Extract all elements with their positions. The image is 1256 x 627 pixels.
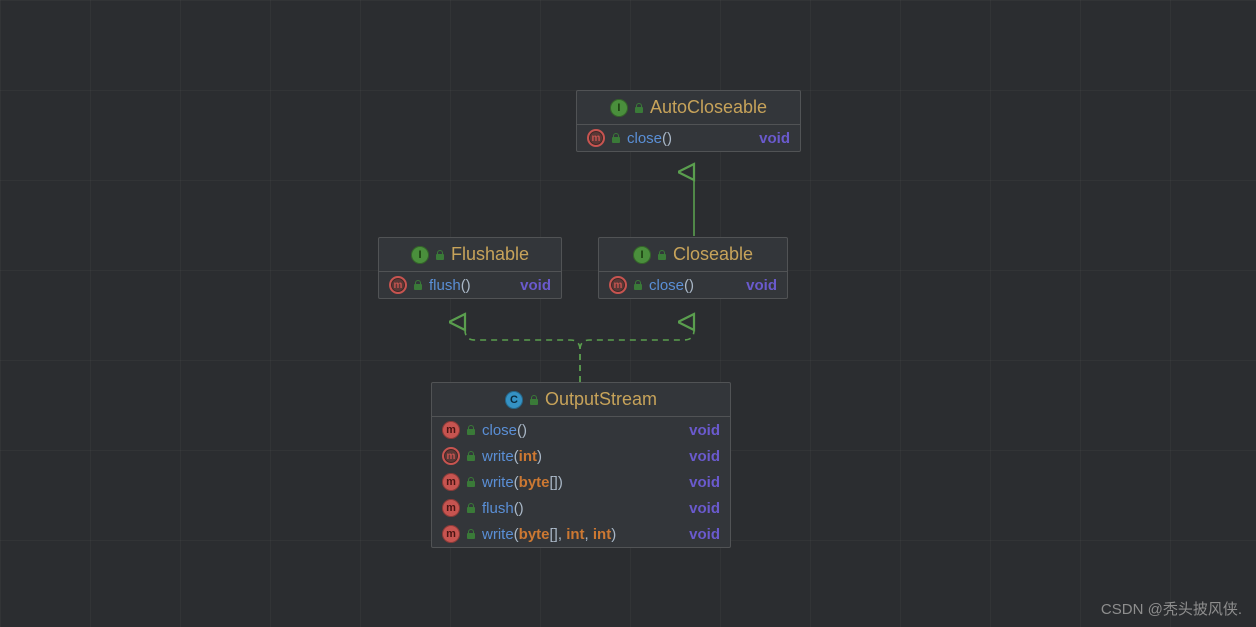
- member-row: m flush() void: [379, 272, 561, 298]
- return-type: void: [759, 130, 790, 147]
- node-flushable[interactable]: I Flushable m flush() void: [378, 237, 562, 299]
- method-icon: m: [442, 473, 460, 491]
- member-row: m write(byte[]) void: [432, 469, 730, 495]
- method-name: write: [482, 526, 514, 543]
- method-icon: m: [442, 499, 460, 517]
- method-icon: m: [442, 421, 460, 439]
- member-row: m write(byte[], int, int) void: [432, 521, 730, 547]
- member-row: m close() void: [599, 272, 787, 298]
- lock-icon: [466, 477, 476, 487]
- node-autocloseable[interactable]: I AutoCloseable m close() void: [576, 90, 801, 152]
- return-type: void: [689, 474, 720, 491]
- abstract-method-icon: m: [587, 129, 605, 147]
- lock-icon: [529, 395, 539, 405]
- method-name: write: [482, 448, 514, 465]
- node-header: I Closeable: [599, 238, 787, 272]
- method-name: close: [482, 422, 517, 439]
- node-title: Closeable: [673, 244, 753, 265]
- return-type: void: [689, 500, 720, 517]
- method-icon: m: [442, 525, 460, 543]
- return-type: void: [689, 422, 720, 439]
- watermark: CSDN @秃头披风侠.: [1101, 598, 1242, 619]
- node-closeable[interactable]: I Closeable m close() void: [598, 237, 788, 299]
- member-row: m close() void: [432, 417, 730, 443]
- node-title: OutputStream: [545, 389, 657, 410]
- abstract-method-icon: m: [442, 447, 460, 465]
- method-name: write: [482, 474, 514, 491]
- abstract-method-icon: m: [609, 276, 627, 294]
- return-type: void: [520, 277, 551, 294]
- method-name: close: [649, 277, 684, 294]
- interface-icon: I: [633, 246, 651, 264]
- node-title: Flushable: [451, 244, 529, 265]
- method-name: flush: [482, 500, 514, 517]
- lock-icon: [466, 425, 476, 435]
- lock-icon: [413, 280, 423, 290]
- abstract-method-icon: m: [389, 276, 407, 294]
- interface-icon: I: [411, 246, 429, 264]
- lock-icon: [634, 103, 644, 113]
- method-name: flush: [429, 277, 461, 294]
- return-type: void: [689, 448, 720, 465]
- lock-icon: [633, 280, 643, 290]
- member-row: m close() void: [577, 125, 800, 151]
- node-outputstream[interactable]: C OutputStream m close() void m write(in…: [431, 382, 731, 548]
- lock-icon: [657, 250, 667, 260]
- member-row: m flush() void: [432, 495, 730, 521]
- lock-icon: [611, 133, 621, 143]
- node-header: I Flushable: [379, 238, 561, 272]
- node-title: AutoCloseable: [650, 97, 767, 118]
- method-name: close: [627, 130, 662, 147]
- return-type: void: [746, 277, 777, 294]
- member-row: m write(int) void: [432, 443, 730, 469]
- node-header: I AutoCloseable: [577, 91, 800, 125]
- interface-icon: I: [610, 99, 628, 117]
- return-type: void: [689, 526, 720, 543]
- lock-icon: [466, 529, 476, 539]
- lock-icon: [466, 503, 476, 513]
- abstract-class-icon: C: [505, 391, 523, 409]
- lock-icon: [466, 451, 476, 461]
- node-header: C OutputStream: [432, 383, 730, 417]
- lock-icon: [435, 250, 445, 260]
